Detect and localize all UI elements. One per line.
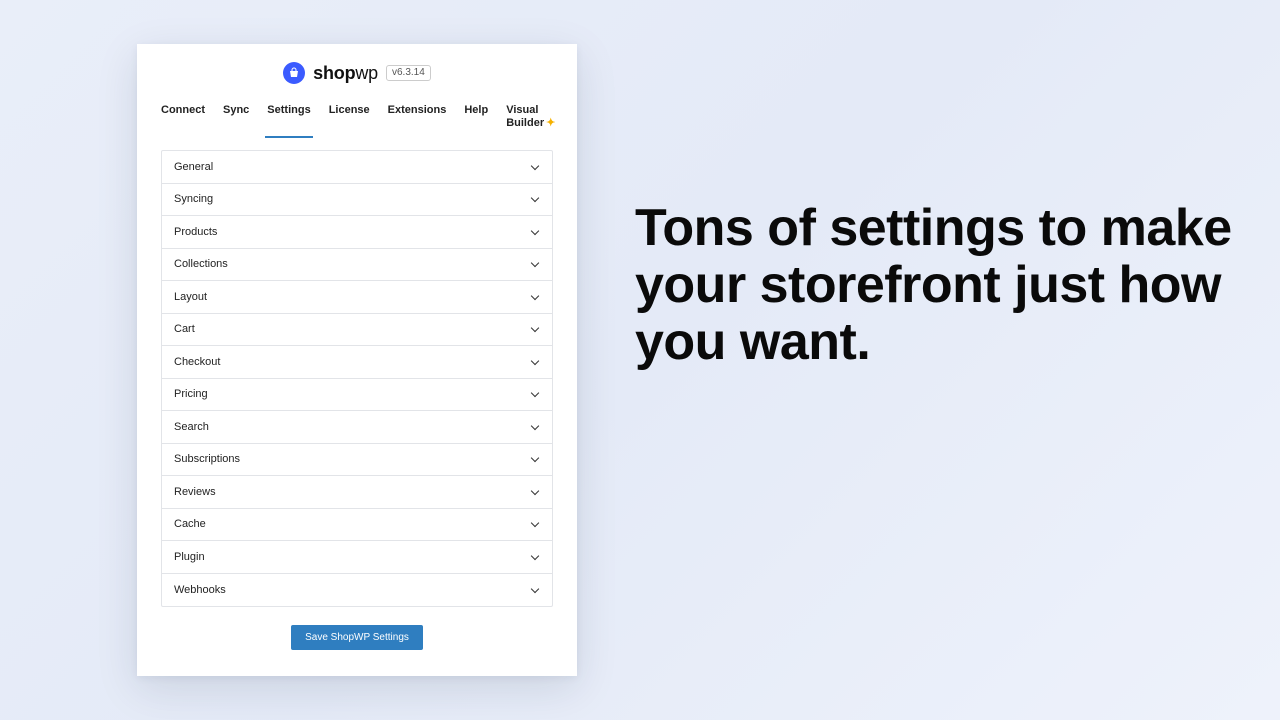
section-label: Checkout — [174, 356, 220, 368]
chevron-down-icon — [530, 292, 540, 302]
section-label: Reviews — [174, 486, 216, 498]
section-label: Cart — [174, 323, 195, 335]
chevron-down-icon — [530, 552, 540, 562]
settings-panel: shopwp v6.3.14 Connect Sync Settings Lic… — [137, 44, 577, 676]
chevron-down-icon — [530, 389, 540, 399]
section-reviews[interactable]: Reviews — [162, 476, 552, 509]
section-checkout[interactable]: Checkout — [162, 346, 552, 379]
tab-license[interactable]: License — [329, 98, 370, 137]
tab-visual-builder[interactable]: Visual Builder✦ — [506, 98, 555, 137]
shopwp-logo-icon — [283, 62, 305, 84]
section-layout[interactable]: Layout — [162, 281, 552, 314]
section-pricing[interactable]: Pricing — [162, 379, 552, 412]
tab-settings[interactable]: Settings — [267, 98, 310, 137]
section-label: Layout — [174, 291, 207, 303]
sparkle-icon: ✦ — [546, 117, 555, 129]
section-plugin[interactable]: Plugin — [162, 541, 552, 574]
brand-name: shopwp — [313, 63, 378, 84]
marketing-headline: Tons of settings to make your storefront… — [635, 200, 1240, 372]
save-button[interactable]: Save ShopWP Settings — [291, 625, 423, 650]
chevron-down-icon — [530, 454, 540, 464]
chevron-down-icon — [530, 519, 540, 529]
section-label: Syncing — [174, 193, 213, 205]
brand-header: shopwp v6.3.14 — [137, 62, 577, 84]
save-button-wrap: Save ShopWP Settings — [137, 625, 577, 650]
section-label: Products — [174, 226, 217, 238]
section-label: Pricing — [174, 388, 208, 400]
tab-label: Visual Builder — [506, 104, 544, 129]
section-webhooks[interactable]: Webhooks — [162, 574, 552, 607]
tab-connect[interactable]: Connect — [161, 98, 205, 137]
stage: shopwp v6.3.14 Connect Sync Settings Lic… — [0, 0, 1280, 720]
chevron-down-icon — [530, 422, 540, 432]
chevron-down-icon — [530, 162, 540, 172]
section-products[interactable]: Products — [162, 216, 552, 249]
chevron-down-icon — [530, 357, 540, 367]
chevron-down-icon — [530, 227, 540, 237]
section-label: Cache — [174, 518, 206, 530]
tab-help[interactable]: Help — [464, 98, 488, 137]
section-label: Webhooks — [174, 584, 226, 596]
section-label: Plugin — [174, 551, 205, 563]
tab-bar: Connect Sync Settings License Extensions… — [137, 98, 577, 138]
chevron-down-icon — [530, 487, 540, 497]
section-label: General — [174, 161, 213, 173]
section-subscriptions[interactable]: Subscriptions — [162, 444, 552, 477]
section-label: Search — [174, 421, 209, 433]
tab-extensions[interactable]: Extensions — [388, 98, 447, 137]
settings-sections: General Syncing Products Collections Lay… — [161, 150, 553, 607]
tab-sync[interactable]: Sync — [223, 98, 249, 137]
chevron-down-icon — [530, 259, 540, 269]
section-search[interactable]: Search — [162, 411, 552, 444]
section-label: Collections — [174, 258, 228, 270]
section-label: Subscriptions — [174, 453, 240, 465]
section-cart[interactable]: Cart — [162, 314, 552, 347]
section-collections[interactable]: Collections — [162, 249, 552, 282]
section-cache[interactable]: Cache — [162, 509, 552, 542]
version-badge: v6.3.14 — [386, 65, 431, 81]
chevron-down-icon — [530, 585, 540, 595]
section-syncing[interactable]: Syncing — [162, 184, 552, 217]
chevron-down-icon — [530, 194, 540, 204]
section-general[interactable]: General — [162, 151, 552, 184]
chevron-down-icon — [530, 324, 540, 334]
